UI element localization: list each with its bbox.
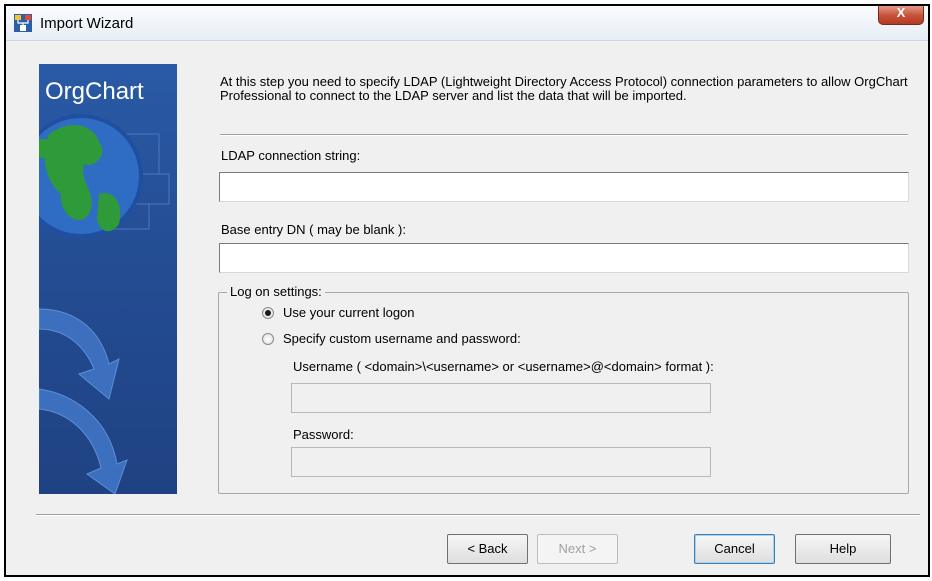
globe-arrows-graphic: [39, 114, 170, 494]
orgchart-logo-text: OrgChart: [45, 78, 144, 105]
base-dn-label: Base entry DN ( may be blank ):: [221, 222, 406, 237]
footer-divider: [36, 514, 920, 516]
username-label: Username ( <domain>\<username> or <usern…: [293, 359, 714, 374]
username-input[interactable]: [291, 383, 711, 413]
use-current-logon-label[interactable]: Use your current logon: [283, 305, 415, 320]
password-label: Password:: [293, 427, 354, 442]
orgchart-app-icon: [14, 14, 32, 32]
intro-text: At this step you need to specify LDAP (L…: [220, 74, 908, 103]
use-current-logon-radio[interactable]: [262, 307, 274, 319]
intro-divider: [220, 134, 908, 136]
window-title: Import Wizard: [40, 15, 134, 32]
ldap-connection-label: LDAP connection string:: [221, 148, 361, 163]
help-button[interactable]: Help: [795, 534, 891, 564]
ldap-connection-input[interactable]: [219, 172, 909, 202]
title-bar[interactable]: Import Wizard X: [6, 6, 928, 41]
logon-settings-group: Log on settings: Use your current logon …: [218, 284, 909, 494]
next-button[interactable]: Next >: [537, 534, 618, 564]
base-dn-input[interactable]: [219, 243, 909, 273]
close-icon: X: [896, 5, 906, 20]
wizard-side-banner: OrgChart: [39, 64, 177, 494]
cancel-button[interactable]: Cancel: [694, 534, 775, 564]
logon-settings-label: Log on settings:: [227, 284, 325, 299]
import-wizard-window: Import Wizard X OrgChart At this step yo…: [4, 4, 930, 577]
close-button[interactable]: X: [878, 5, 924, 25]
custom-credentials-label[interactable]: Specify custom username and password:: [283, 331, 521, 346]
custom-credentials-radio[interactable]: [262, 333, 274, 345]
back-button[interactable]: < Back: [447, 534, 528, 564]
password-input[interactable]: [291, 447, 711, 477]
